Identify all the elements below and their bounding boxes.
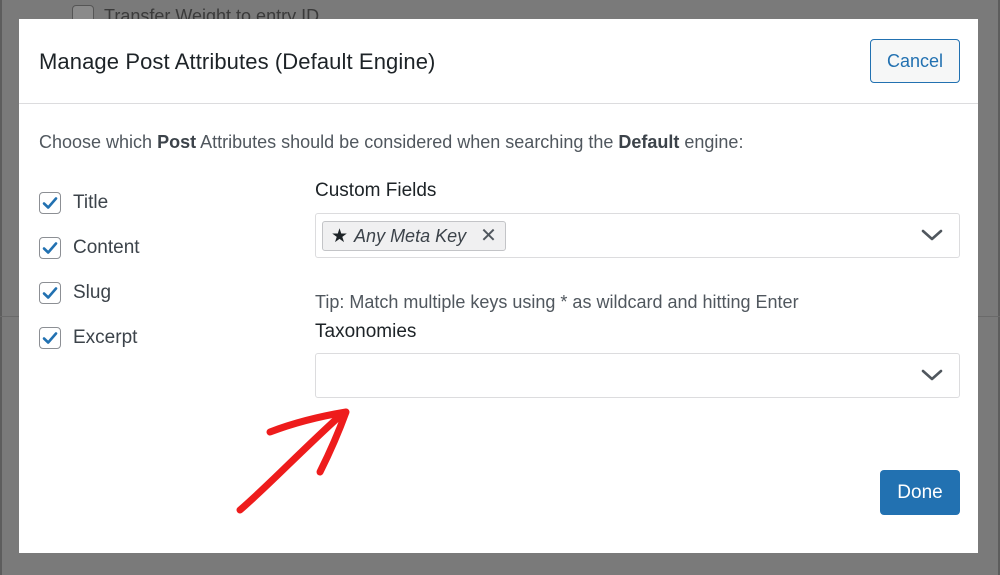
title-checkbox-label: Title	[73, 192, 109, 213]
attribute-content-row[interactable]: Content	[39, 236, 140, 260]
intro-post-type: Post	[157, 132, 197, 152]
done-button[interactable]: Done	[880, 470, 960, 515]
intro-suffix: engine:	[679, 132, 744, 152]
custom-fields-select[interactable]: ★ Any Meta Key ✕	[315, 213, 960, 258]
background-divider	[0, 316, 20, 317]
intro-prefix: Choose which	[39, 132, 158, 152]
attribute-title-row[interactable]: Title	[39, 191, 140, 215]
meta-key-chip: ★ Any Meta Key ✕	[322, 221, 506, 251]
attribute-checkbox-list: Title Content Slug Excerpt	[39, 191, 140, 371]
modal-header: Manage Post Attributes (Default Engine) …	[19, 19, 978, 104]
chevron-down-icon[interactable]	[921, 227, 943, 243]
slug-checkbox[interactable]	[39, 282, 61, 304]
checkmark-icon	[42, 287, 58, 299]
taxonomies-label: Taxonomies	[315, 321, 417, 342]
manage-post-attributes-modal: Manage Post Attributes (Default Engine) …	[19, 19, 978, 553]
custom-fields-label: Custom Fields	[315, 180, 437, 201]
taxonomies-select[interactable]	[315, 353, 960, 398]
cancel-button[interactable]: Cancel	[870, 39, 960, 83]
content-checkbox[interactable]	[39, 237, 61, 259]
attribute-slug-row[interactable]: Slug	[39, 281, 140, 305]
chevron-down-icon[interactable]	[921, 367, 943, 383]
checkmark-icon	[42, 242, 58, 254]
attribute-excerpt-row[interactable]: Excerpt	[39, 326, 140, 350]
background-frame	[0, 0, 2, 575]
chip-label: Any Meta Key	[354, 225, 467, 246]
star-icon: ★	[331, 225, 349, 247]
modal-title: Manage Post Attributes (Default Engine)	[39, 49, 436, 74]
intro-middle: Attributes should be considered when sea…	[196, 132, 619, 152]
remove-chip-icon[interactable]: ✕	[480, 226, 497, 246]
intro-engine-name: Default	[618, 132, 680, 152]
slug-checkbox-label: Slug	[73, 282, 112, 303]
excerpt-checkbox[interactable]	[39, 327, 61, 349]
background-divider	[978, 316, 1000, 317]
checkmark-icon	[42, 332, 58, 344]
annotation-arrow-icon	[236, 408, 350, 514]
content-checkbox-label: Content	[73, 237, 140, 258]
intro-text: Choose which Post Attributes should be c…	[39, 132, 743, 153]
excerpt-checkbox-label: Excerpt	[73, 327, 138, 348]
custom-fields-tip: Tip: Match multiple keys using * as wild…	[315, 292, 799, 312]
title-checkbox[interactable]	[39, 192, 61, 214]
checkmark-icon	[42, 197, 58, 209]
